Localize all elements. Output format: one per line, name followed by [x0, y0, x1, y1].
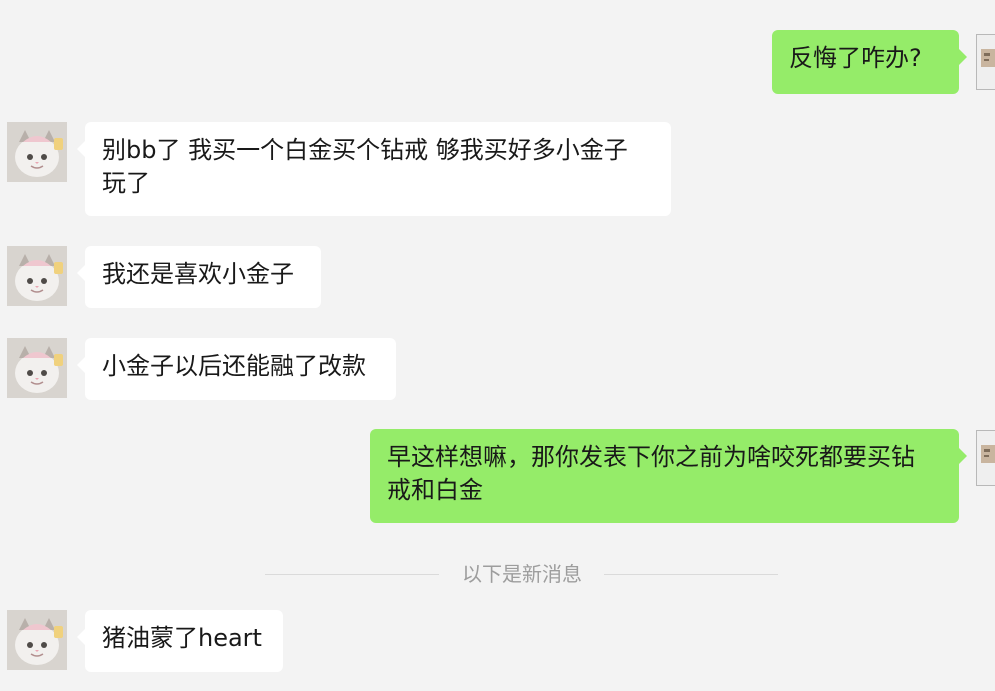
message-bubble[interactable]: 别bb了 我买一个白金买个钻戒 够我买好多小金子 玩了 [77, 122, 671, 216]
user-avatar-icon[interactable] [976, 34, 995, 90]
message-row-outgoing: 反悔了咋办? [0, 30, 995, 94]
message-row-incoming: 小金子以后还能融了改款 [0, 338, 995, 400]
message-bubble[interactable]: 我还是喜欢小金子 [77, 246, 321, 308]
divider-line-right [604, 574, 778, 575]
cat-avatar-icon[interactable] [7, 610, 67, 670]
message-bubble[interactable]: 早这样想嘛，那你发表下你之前为啥咬死都要买钻 戒和白金 [370, 429, 967, 523]
message-bubble[interactable]: 小金子以后还能融了改款 [77, 338, 396, 400]
divider-label: 以下是新消息 [462, 562, 582, 586]
message-row-incoming: 别bb了 我买一个白金买个钻戒 够我买好多小金子 玩了 [0, 122, 995, 216]
message-row-incoming: 我还是喜欢小金子 [0, 246, 995, 308]
cat-avatar-icon[interactable] [7, 246, 67, 306]
message-bubble[interactable]: 猪油蒙了heart [77, 610, 283, 672]
message-row-outgoing: 早这样想嘛，那你发表下你之前为啥咬死都要买钻 戒和白金 [0, 429, 995, 523]
new-messages-divider: 以下是新消息 [265, 562, 778, 586]
divider-line-left [265, 574, 439, 575]
cat-avatar-icon[interactable] [7, 122, 67, 182]
cat-avatar-icon[interactable] [7, 338, 67, 398]
message-row-incoming: 猪油蒙了heart [0, 610, 995, 672]
chat-window: 反悔了咋办? 别bb了 我买一个白金买个钻戒 够我买好多小金子 玩了 我还是喜欢… [0, 0, 995, 691]
user-avatar-icon[interactable] [976, 430, 995, 486]
message-bubble[interactable]: 反悔了咋办? [772, 30, 967, 94]
